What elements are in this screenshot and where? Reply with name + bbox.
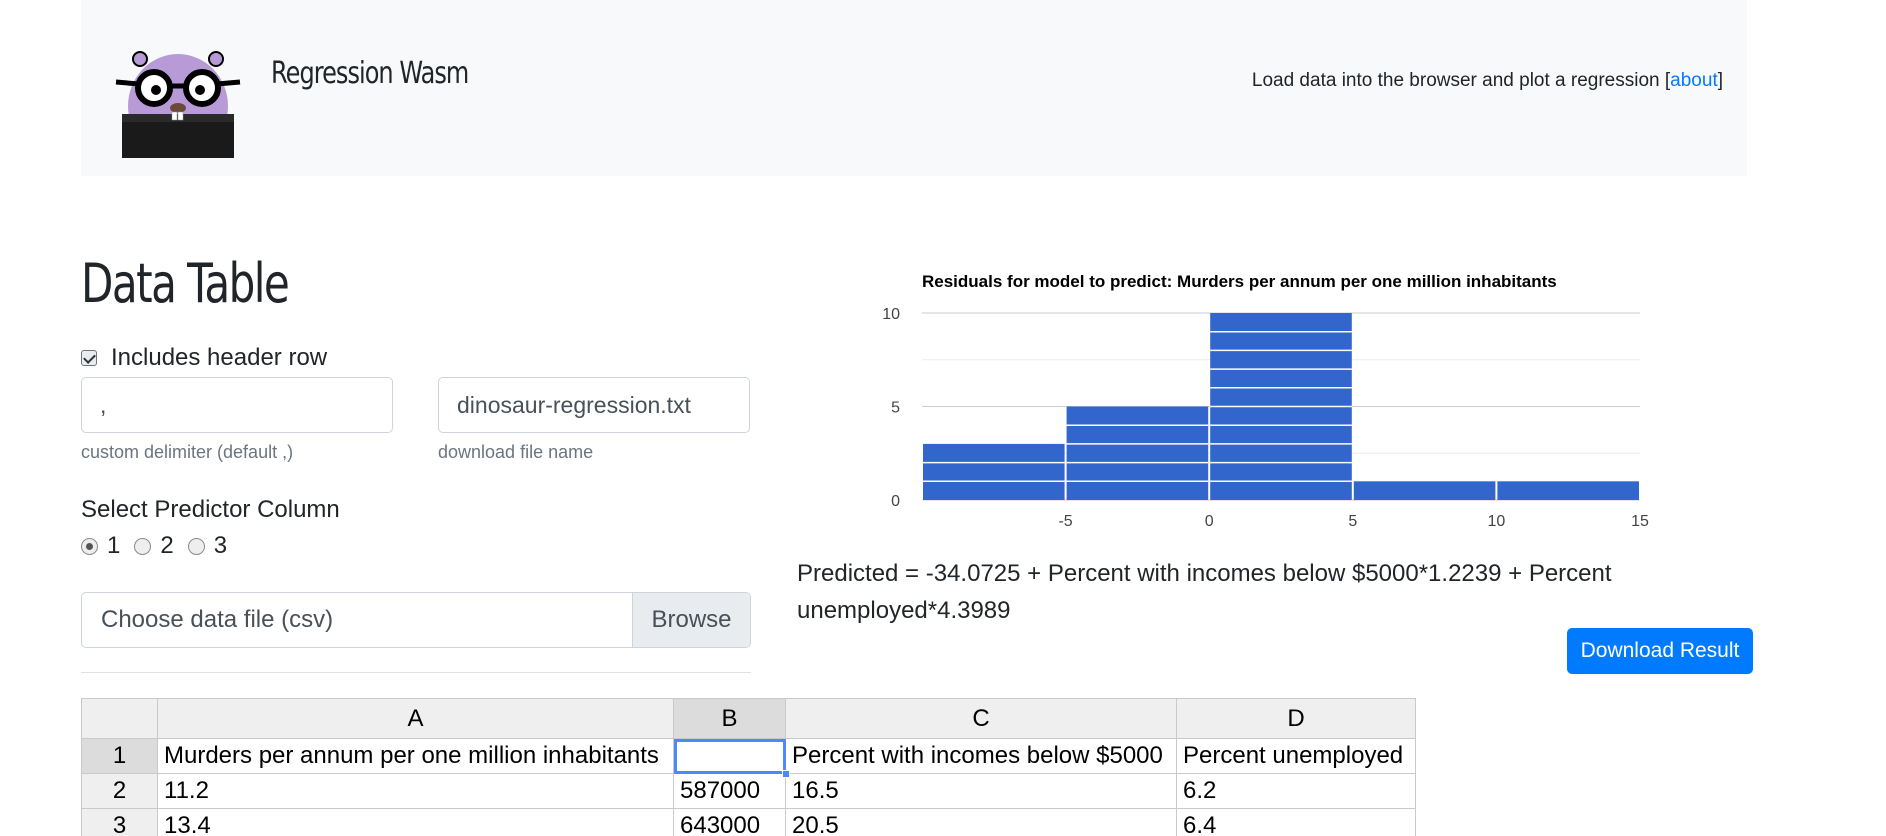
tagline-text: Load data into the browser and plot a re… bbox=[1251, 70, 1671, 91]
predictor-column-label: Select Predictor Column bbox=[81, 496, 340, 523]
predictor-option-1[interactable]: 1 bbox=[81, 532, 120, 560]
y-tick-label: 0 bbox=[891, 493, 900, 510]
y-tick-label: 5 bbox=[891, 400, 900, 417]
histogram-bar bbox=[923, 443, 1065, 500]
corner-cell[interactable] bbox=[81, 698, 158, 739]
residuals-histogram: 0 5 10 -5 0 5 10 15 bbox=[882, 306, 1649, 530]
predictor-option-3[interactable]: 3 bbox=[187, 532, 228, 560]
table-cell[interactable]: 20.5 bbox=[785, 808, 1177, 836]
gopher-logo bbox=[115, 51, 241, 158]
x-tick-label: 15 bbox=[1631, 513, 1649, 530]
table-cell[interactable]: 587000 bbox=[673, 773, 786, 809]
radio-label: 2 bbox=[160, 532, 174, 559]
table-cell[interactable]: Percent unemployed bbox=[1176, 738, 1416, 774]
download-filename-input[interactable]: dinosaur-regression.txt bbox=[438, 377, 750, 433]
row-header[interactable]: 3 bbox=[81, 808, 158, 836]
table-cell[interactable]: 6.4 bbox=[1176, 808, 1416, 836]
includes-header-label: Includes header row bbox=[111, 344, 328, 371]
regression-formula: Predicted = -34.0725 + Percent with inco… bbox=[797, 560, 1612, 624]
column-header-a[interactable]: A bbox=[157, 698, 674, 739]
delimiter-input[interactable]: , bbox=[81, 377, 393, 433]
predictor-option-2[interactable]: 2 bbox=[134, 532, 174, 560]
radio-label: 1 bbox=[107, 532, 121, 559]
column-header-b[interactable]: B bbox=[673, 698, 786, 739]
table-cell[interactable]: 6.2 bbox=[1176, 773, 1416, 809]
predictor-radio-group: 1 2 3 bbox=[81, 532, 241, 560]
x-tick-label: 0 bbox=[1205, 513, 1214, 530]
delimiter-help-text: custom delimiter (default ,) bbox=[81, 442, 294, 462]
row-header[interactable]: 1 bbox=[81, 738, 158, 774]
table-row: 1 Murders per annum per one million inha… bbox=[81, 738, 1416, 778]
radio-button[interactable] bbox=[134, 537, 152, 555]
column-header-row: A B C D bbox=[81, 698, 1416, 739]
table-cell[interactable]: 643000 bbox=[673, 808, 786, 836]
download-result-button[interactable]: Download Result bbox=[1567, 628, 1753, 674]
data-file-input[interactable]: Choose data file (csv) Browse bbox=[81, 592, 751, 648]
residuals-chart: 0 5 10 -5 0 5 10 15 Residuals for model to pred… bbox=[870, 268, 1660, 538]
histogram-bar bbox=[1497, 481, 1639, 500]
chart-title: Residuals for model to predict: Murders … bbox=[922, 272, 1557, 291]
table-cell[interactable]: Murders per annum per one million inhabi… bbox=[157, 738, 674, 774]
histogram-bar bbox=[1353, 481, 1496, 500]
x-tick-label: 10 bbox=[1488, 513, 1506, 530]
file-input-placeholder[interactable]: Choose data file (csv) bbox=[82, 593, 632, 647]
tagline: Load data into the browser and plot a re… bbox=[1252, 70, 1723, 92]
table-cell[interactable]: 11.2 bbox=[157, 773, 674, 809]
tagline-bracket: ] bbox=[1717, 70, 1723, 91]
x-tick-label: -5 bbox=[1058, 513, 1072, 530]
column-header-c[interactable]: C bbox=[785, 698, 1177, 739]
radio-button[interactable] bbox=[81, 537, 98, 555]
table-row: 2 11.2 587000 16.5 6.2 bbox=[81, 773, 1416, 809]
radio-button[interactable] bbox=[187, 537, 205, 555]
data-spreadsheet[interactable]: A B C D 1 Murders per annum per one mill… bbox=[81, 698, 1416, 836]
y-tick-label: 10 bbox=[882, 306, 900, 323]
includes-header-row: Includes header row bbox=[81, 344, 327, 372]
filename-help-text: download file name bbox=[438, 442, 594, 462]
includes-header-checkbox[interactable] bbox=[81, 350, 97, 366]
table-cell[interactable]: 16.5 bbox=[785, 773, 1177, 809]
about-link[interactable]: about bbox=[1670, 70, 1718, 91]
page-header: Regression Wasm Load data into the brows… bbox=[81, 0, 1747, 176]
table-cell[interactable]: 13.4 bbox=[157, 808, 674, 836]
histogram-bar bbox=[1066, 406, 1209, 500]
app-title: Regression Wasm bbox=[271, 56, 469, 91]
x-tick-label: 5 bbox=[1348, 513, 1357, 530]
table-row: 3 13.4 643000 20.5 6.4 bbox=[81, 808, 1416, 836]
page-title: Data Table bbox=[81, 252, 290, 315]
section-divider bbox=[81, 672, 751, 673]
radio-label: 3 bbox=[213, 532, 228, 559]
fill-handle[interactable] bbox=[782, 770, 790, 778]
table-cell[interactable]: Percent with incomes below $5000 bbox=[785, 738, 1177, 774]
active-cell[interactable] bbox=[673, 738, 790, 778]
browse-button[interactable]: Browse bbox=[632, 593, 750, 647]
row-header[interactable]: 2 bbox=[81, 773, 158, 809]
column-header-d[interactable]: D bbox=[1176, 698, 1416, 739]
